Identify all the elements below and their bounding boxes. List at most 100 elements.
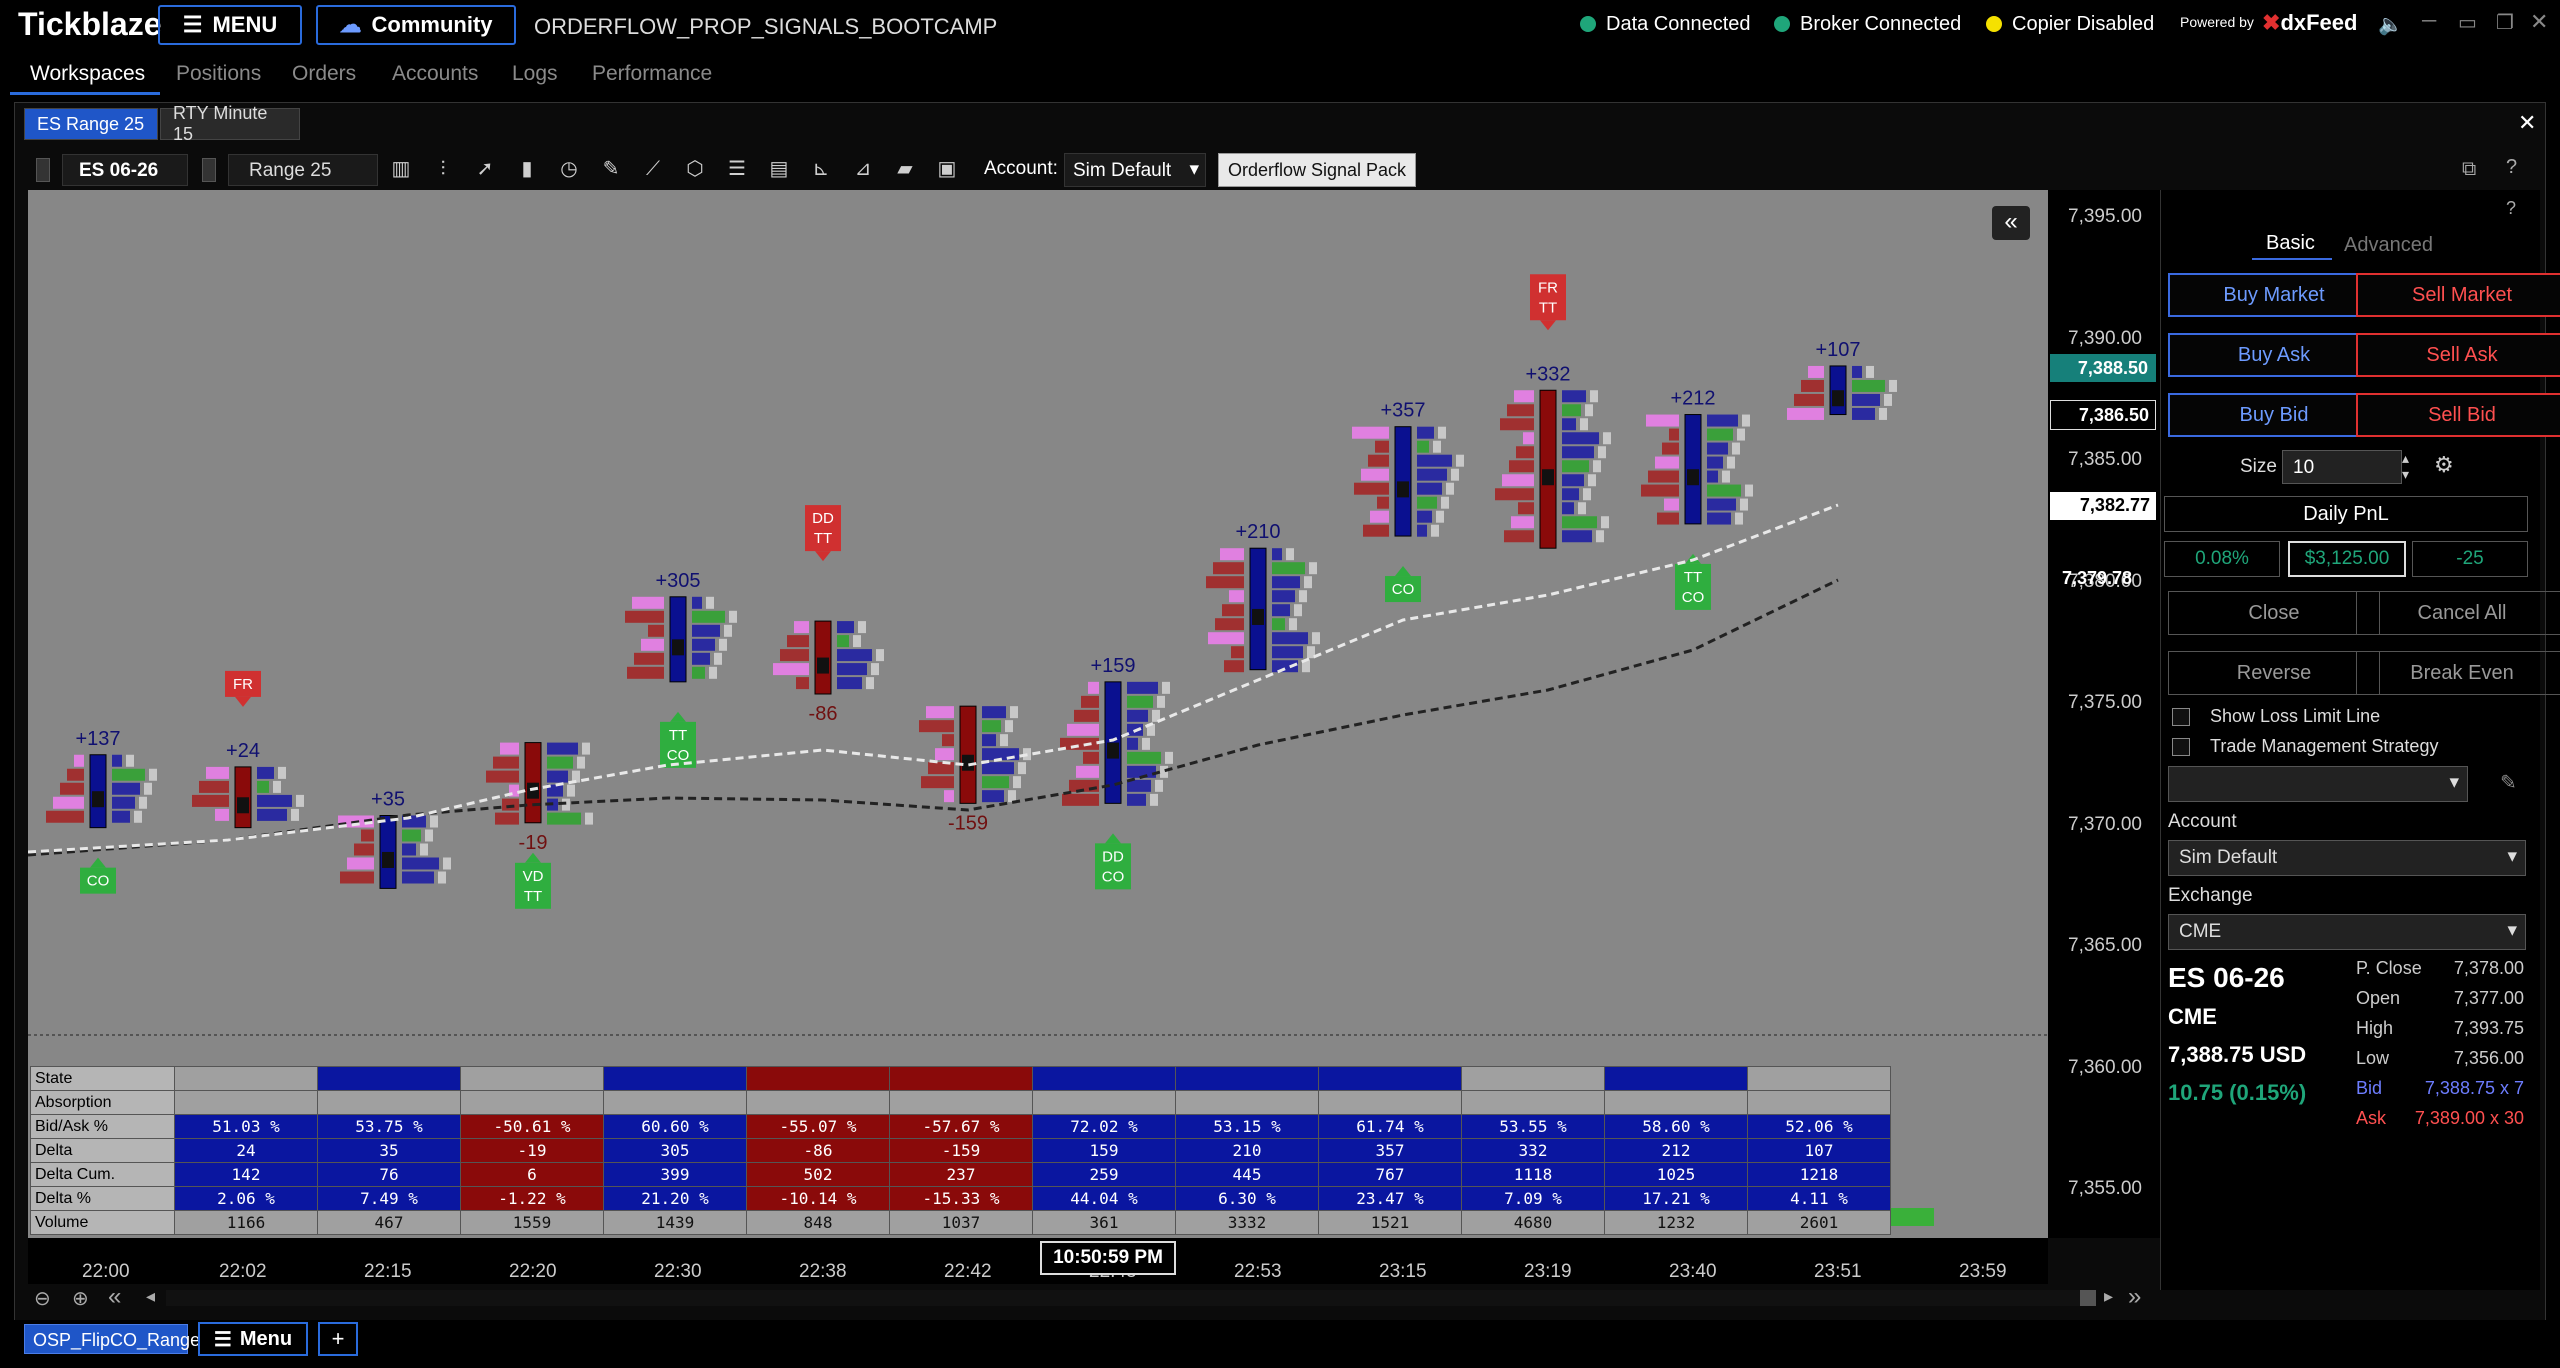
ask-volume-cell	[257, 766, 274, 779]
cancel-all-button[interactable]: Cancel All	[2356, 591, 2560, 635]
signal-label: TT	[1684, 569, 1702, 586]
exchange-select[interactable]: CME ▾	[2168, 914, 2526, 950]
bartype-color-swatch[interactable]	[202, 158, 216, 182]
volume-profile-cell	[729, 610, 737, 623]
scroll-track[interactable]	[166, 1290, 2086, 1306]
buy-bid-button[interactable]: Buy Bid	[2168, 393, 2380, 437]
detach-icon[interactable]: ⧉	[2462, 158, 2476, 181]
volume-profile-cell	[1008, 790, 1016, 803]
chart-type-icon[interactable]: ▥	[388, 156, 414, 182]
tab-accounts[interactable]: Accounts	[392, 62, 478, 86]
close-position-button[interactable]: Close	[2168, 591, 2380, 635]
cursor-icon[interactable]: ➚	[472, 156, 498, 182]
loss-limit-checkbox[interactable]	[2172, 708, 2190, 726]
scroll-start-icon[interactable]: «	[108, 1283, 121, 1311]
tab-basic[interactable]: Basic	[2266, 232, 2315, 255]
zoom-out-icon[interactable]: ⊖	[34, 1286, 51, 1311]
account-field-label: Account	[2168, 811, 2237, 832]
document-icon[interactable]: ▤	[766, 156, 792, 182]
size-stepper[interactable]: ▴ ▾	[2402, 450, 2409, 482]
bar-type-input[interactable]: Range 25	[228, 154, 378, 186]
loss-limit-label: Show Loss Limit Line	[2210, 706, 2381, 726]
cloud-icon: ☁	[339, 12, 362, 37]
tab-workspaces[interactable]: Workspaces	[30, 62, 145, 86]
tab-es-range-25[interactable]: ES Range 25	[24, 108, 158, 140]
scroll-thumb[interactable]	[2080, 1290, 2096, 1306]
ask-volume-cell	[112, 754, 122, 767]
quote-stat-label: Open	[2356, 988, 2401, 1008]
buy-ask-button[interactable]: Buy Ask	[2168, 333, 2380, 377]
help-icon[interactable]: ?	[2506, 156, 2517, 179]
collapse-panel-icon[interactable]: «	[1992, 206, 2030, 240]
gear-icon[interactable]: ⚙	[2434, 452, 2454, 478]
time-axis[interactable]	[28, 1238, 2048, 1284]
workspace-tab[interactable]: OSP_FlipCO_Range	[24, 1324, 200, 1354]
edit-strategy-icon[interactable]: ✎	[2500, 770, 2517, 795]
sell-ask-button[interactable]: Sell Ask	[2356, 333, 2560, 377]
tab-performance[interactable]: Performance	[592, 62, 712, 86]
bottom-menu-button[interactable]: ☰ Menu	[198, 1322, 308, 1356]
minimize-icon[interactable]: ─	[2422, 10, 2436, 33]
symbol-input[interactable]: ES 06-26	[62, 154, 188, 186]
tab-logs[interactable]: Logs	[512, 62, 558, 86]
volume-profile-cell	[1585, 404, 1593, 417]
zoom-in-icon[interactable]: ⊕	[72, 1286, 89, 1311]
mute-icon[interactable]: 🔈	[2378, 12, 2403, 37]
indicator-cell: 361	[1032, 1210, 1176, 1235]
community-button[interactable]: ☁ Community	[316, 5, 516, 45]
panel-account-select[interactable]: Sim Default ▾	[2168, 840, 2526, 876]
account-select[interactable]: Sim Default ▾	[1064, 153, 1206, 187]
indicators-icon[interactable]: ⫶	[430, 156, 456, 182]
panel-help-icon[interactable]: ?	[2506, 198, 2516, 219]
pnl-usd[interactable]: $3,125.00	[2288, 541, 2406, 577]
pencil-icon[interactable]: ✎	[598, 156, 624, 182]
indicator-cell	[1032, 1066, 1176, 1091]
line-icon[interactable]: ⟋	[640, 156, 666, 182]
list-icon[interactable]: ☰	[724, 156, 750, 182]
volume-profile-cell	[1010, 706, 1018, 719]
tab-rty-minute-15[interactable]: RTY Minute 15	[160, 103, 300, 144]
strategy-select[interactable]: ▾	[2168, 766, 2468, 802]
add-workspace-button[interactable]: +	[318, 1322, 358, 1356]
trade-mgmt-checkbox[interactable]	[2172, 738, 2190, 756]
clock-icon[interactable]: ◷	[556, 156, 582, 182]
scroll-right-icon[interactable]: ▸	[2104, 1286, 2113, 1307]
tab-positions[interactable]: Positions	[176, 62, 261, 86]
axis-alt-icon[interactable]: ⊿	[850, 156, 876, 182]
tab-advanced[interactable]: Advanced	[2344, 234, 2433, 257]
bars-icon[interactable]: ▮	[514, 156, 540, 182]
buy-market-button[interactable]: Buy Market	[2168, 273, 2380, 317]
folder-icon[interactable]: ▰	[892, 156, 918, 182]
bid-volume-cell	[502, 798, 519, 811]
status-copier-disabled[interactable]: Copier Disabled	[1986, 13, 2154, 36]
ask-volume-cell	[1707, 428, 1733, 441]
axis-icon[interactable]: ⊾	[808, 156, 834, 182]
bid-volume-cell	[1074, 709, 1099, 722]
indicator-cell: 53.15 %	[1175, 1114, 1319, 1139]
reverse-button[interactable]: Reverse	[2168, 651, 2380, 695]
maximize-icon[interactable]: ❐	[2496, 10, 2514, 35]
size-input[interactable]: 10	[2282, 450, 2402, 484]
break-even-button[interactable]: Break Even	[2356, 651, 2560, 695]
app-logo: Tickblaze	[18, 6, 162, 42]
close-window-icon[interactable]: ✕	[2530, 9, 2548, 35]
save-icon[interactable]: ▣	[934, 156, 960, 182]
indicator-cell	[889, 1090, 1033, 1115]
tab-orders[interactable]: Orders	[292, 62, 356, 86]
symbol-color-swatch[interactable]	[36, 158, 50, 182]
cube-icon[interactable]: ⬡	[682, 156, 708, 182]
close-chart-icon[interactable]: ✕	[2518, 110, 2536, 136]
ask-volume-cell	[547, 742, 578, 755]
indicator-cell: 72.02 %	[1032, 1114, 1176, 1139]
delta-label: +159	[1090, 655, 1135, 677]
scroll-left-icon[interactable]: ◂	[146, 1286, 155, 1307]
restore-icon[interactable]: ▭	[2458, 10, 2477, 35]
scroll-end-icon[interactable]: »	[2128, 1283, 2141, 1311]
sell-bid-button[interactable]: Sell Bid	[2356, 393, 2560, 437]
orderflow-signal-pack-button[interactable]: Orderflow Signal Pack	[1218, 153, 1416, 187]
sell-market-button[interactable]: Sell Market	[2356, 273, 2560, 317]
delta-label: +24	[226, 740, 260, 762]
volume-profile-cell	[1294, 604, 1302, 617]
volume-profile-cell	[425, 829, 433, 842]
menu-button[interactable]: ☰ MENU	[158, 5, 302, 45]
